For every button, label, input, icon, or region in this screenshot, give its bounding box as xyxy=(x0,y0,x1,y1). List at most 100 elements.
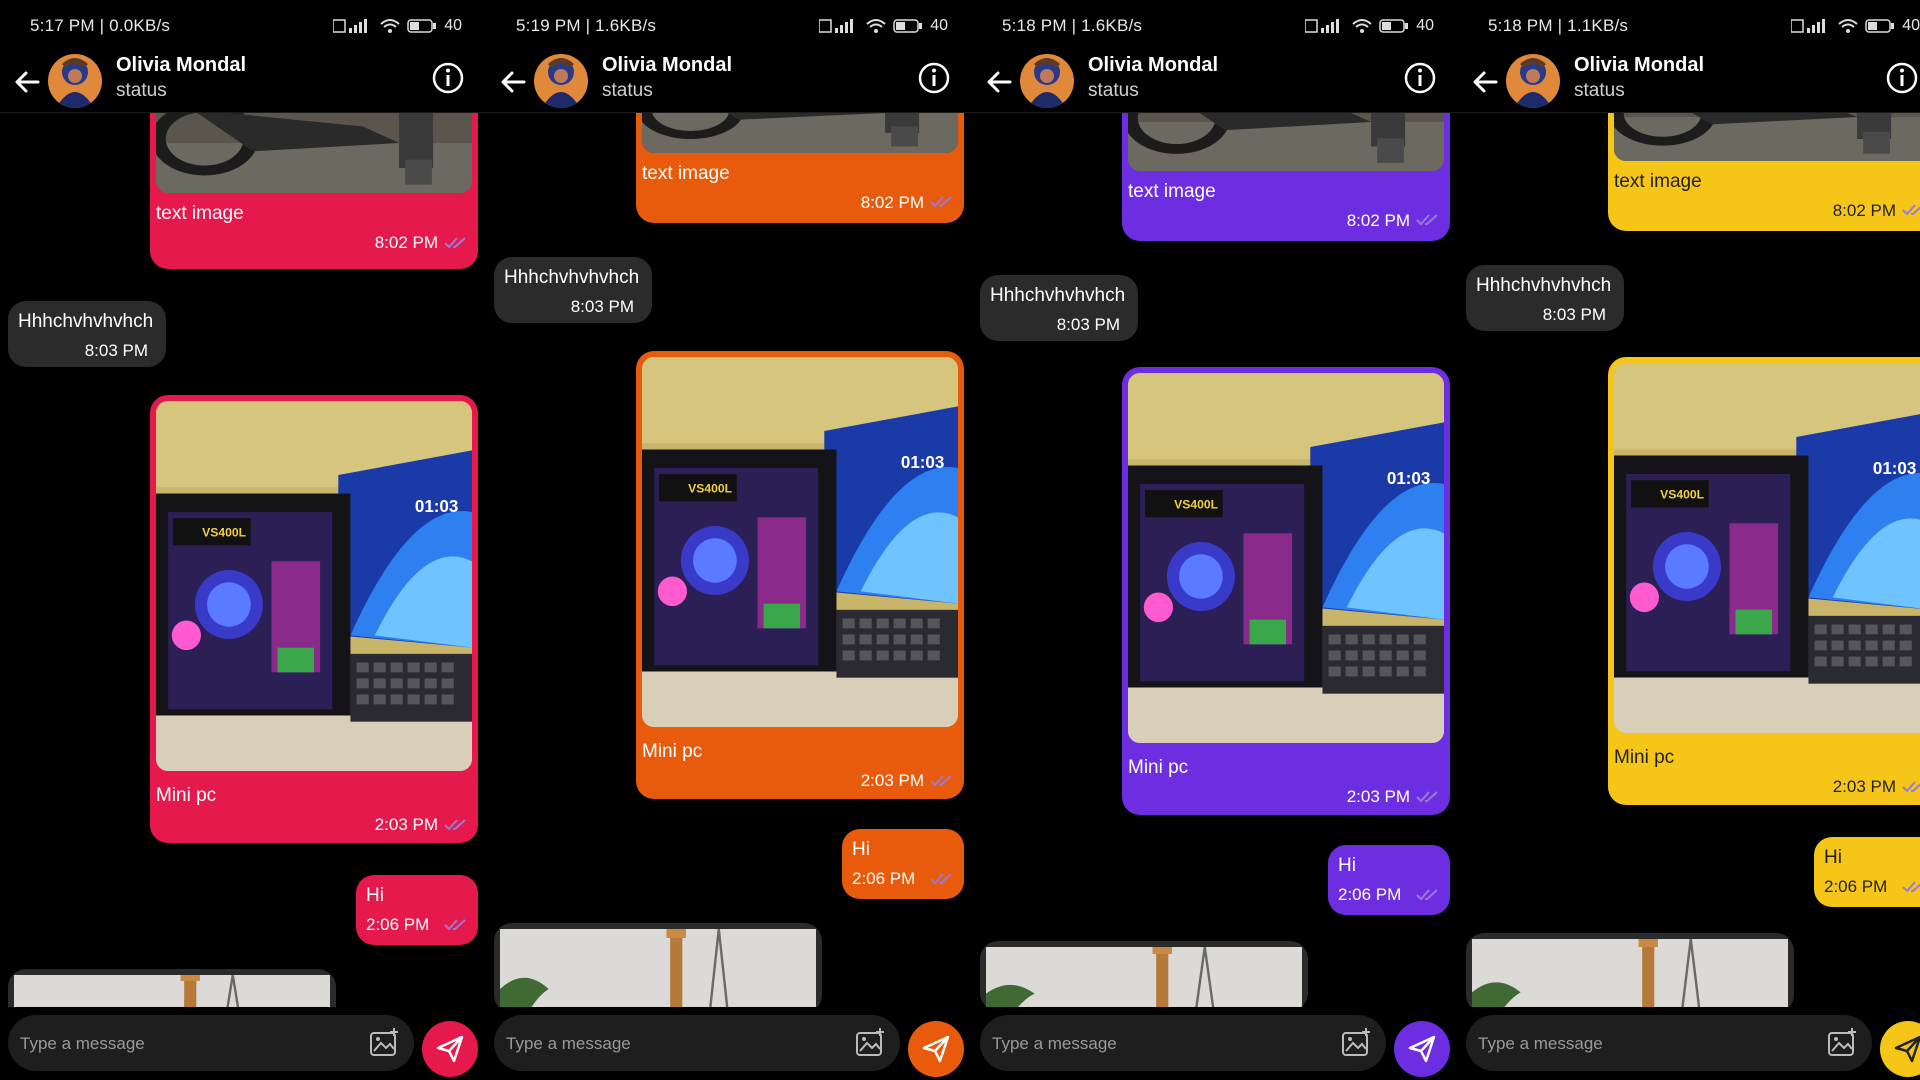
sent-image-bubble[interactable]: Mini pc 2:03 PM xyxy=(150,395,478,843)
image-attach-icon[interactable] xyxy=(1338,1025,1374,1061)
bike-photo[interactable] xyxy=(156,113,472,193)
received-image-bubble[interactable] xyxy=(8,969,336,1007)
received-bubble[interactable]: Hhhchvhvhvhch 8:03 PM xyxy=(1466,265,1624,331)
message-time: 8:02 PM xyxy=(374,233,438,252)
double-check-icon xyxy=(1416,791,1438,803)
battery-level: 40 xyxy=(1416,17,1434,34)
arrow-left-icon[interactable] xyxy=(494,62,534,102)
chat-screen-yellow: 5:18 PM | 1.1KB/s 40 Olivia Mondal statu… xyxy=(1458,0,1920,1080)
message-text: Hi xyxy=(1824,847,1842,868)
contact-name[interactable]: Olivia Mondal xyxy=(116,54,246,77)
send-icon xyxy=(922,1035,950,1063)
received-bubble[interactable]: Hhhchvhvhvhch 8:03 PM xyxy=(980,275,1138,341)
status-bar: 5:17 PM | 0.0KB/s 40 xyxy=(0,0,486,52)
chat-header: Olivia Mondal status xyxy=(1458,52,1920,112)
avatar[interactable] xyxy=(1020,54,1074,108)
double-check-icon xyxy=(444,919,466,931)
message-input[interactable] xyxy=(1476,1015,1810,1073)
received-image-bubble[interactable] xyxy=(494,923,822,1007)
send-button[interactable] xyxy=(422,1021,478,1077)
message-field[interactable] xyxy=(8,1015,414,1073)
composer xyxy=(972,1007,1458,1080)
sent-text-bubble[interactable]: Hi 2:06 PM xyxy=(842,829,964,899)
sent-image-bubble[interactable]: Mini pc 2:03 PM xyxy=(1608,357,1920,805)
avatar[interactable] xyxy=(534,54,588,108)
received-image-bubble[interactable] xyxy=(980,941,1308,1007)
message-list[interactable]: text image 8:02 PM Hhhchvhvhvhch 8:03 PM… xyxy=(486,113,972,1007)
message-time: 2:03 PM xyxy=(860,771,924,790)
arrow-left-icon[interactable] xyxy=(8,62,48,102)
send-button[interactable] xyxy=(908,1021,964,1077)
message-field[interactable] xyxy=(980,1015,1386,1073)
avatar[interactable] xyxy=(1506,54,1560,108)
double-check-icon xyxy=(930,873,952,885)
chat-screen-purple: 5:18 PM | 1.6KB/s 40 Olivia Mondal statu… xyxy=(972,0,1458,1080)
status-time: 5:17 PM | 0.0KB/s xyxy=(30,16,171,35)
message-time: 2:03 PM xyxy=(1832,777,1896,796)
message-input[interactable] xyxy=(990,1015,1324,1073)
image-attach-icon[interactable] xyxy=(366,1025,402,1061)
double-check-icon xyxy=(930,775,952,787)
status-bar: 5:19 PM | 1.6KB/s 40 xyxy=(486,0,972,52)
image-caption: Mini pc xyxy=(1614,747,1675,768)
sent-image-bubble[interactable]: text image 8:02 PM xyxy=(1608,113,1920,231)
sent-text-bubble[interactable]: Hi 2:06 PM xyxy=(1814,837,1920,907)
mini-pc-photo[interactable] xyxy=(156,401,472,771)
bike-photo[interactable] xyxy=(1614,113,1920,161)
message-input[interactable] xyxy=(18,1015,352,1073)
received-image-bubble[interactable] xyxy=(1466,933,1794,1007)
info-icon[interactable] xyxy=(1400,58,1440,98)
mini-pc-photo[interactable] xyxy=(1614,363,1920,733)
info-icon[interactable] xyxy=(1882,58,1920,98)
sent-image-bubble[interactable]: Mini pc 2:03 PM xyxy=(636,351,964,799)
message-field[interactable] xyxy=(494,1015,900,1073)
double-check-icon xyxy=(444,819,466,831)
message-list[interactable]: text image 8:02 PM Hhhchvhvhvhch 8:03 PM… xyxy=(0,113,486,1007)
message-time: 8:02 PM xyxy=(1832,201,1896,220)
composer xyxy=(0,1007,486,1080)
message-time: 8:03 PM xyxy=(84,341,148,360)
sent-image-bubble[interactable]: Mini pc 2:03 PM xyxy=(1122,367,1450,815)
status-bar: 5:18 PM | 1.6KB/s 40 xyxy=(972,0,1458,52)
sent-image-bubble[interactable]: text image 8:02 PM xyxy=(150,113,478,269)
mini-pc-photo[interactable] xyxy=(1128,373,1444,743)
wifi-icon xyxy=(380,19,400,33)
send-button[interactable] xyxy=(1394,1021,1450,1077)
info-icon[interactable] xyxy=(914,58,954,98)
sent-image-bubble[interactable]: text image 8:02 PM xyxy=(636,113,964,223)
sent-text-bubble[interactable]: Hi 2:06 PM xyxy=(356,875,478,945)
status-bar: 5:18 PM | 1.1KB/s 40 xyxy=(1458,0,1920,52)
image-attach-icon[interactable] xyxy=(1824,1025,1860,1061)
bike-photo[interactable] xyxy=(1128,113,1444,171)
image-caption: text image xyxy=(1128,181,1216,202)
double-check-icon xyxy=(1902,204,1920,216)
received-bubble[interactable]: Hhhchvhvhvhch 8:03 PM xyxy=(8,301,166,367)
send-button[interactable] xyxy=(1880,1021,1920,1077)
sent-text-bubble[interactable]: Hi 2:06 PM xyxy=(1328,845,1450,915)
double-check-icon xyxy=(1902,781,1920,793)
chat-screen-red: 5:17 PM | 0.0KB/s 40 Olivia Mondal statu… xyxy=(0,0,486,1080)
message-list[interactable]: text image 8:02 PM Hhhchvhvhvhch 8:03 PM… xyxy=(1458,113,1920,1007)
message-field[interactable] xyxy=(1466,1015,1872,1073)
avatar[interactable] xyxy=(48,54,102,108)
received-bubble[interactable]: Hhhchvhvhvhch 8:03 PM xyxy=(494,257,652,323)
double-check-icon xyxy=(1902,881,1920,893)
chat-screen-orange: 5:19 PM | 1.6KB/s 40 Olivia Mondal statu… xyxy=(486,0,972,1080)
mini-pc-photo[interactable] xyxy=(642,357,958,727)
send-icon xyxy=(1408,1035,1436,1063)
message-list[interactable]: text image 8:02 PM Hhhchvhvhvhch 8:03 PM… xyxy=(972,113,1458,1007)
signal-icon xyxy=(1305,19,1340,33)
bike-photo[interactable] xyxy=(642,113,958,153)
received-text: Hhhchvhvhvhch xyxy=(990,285,1126,306)
image-caption: text image xyxy=(1614,171,1702,192)
contact-status: status xyxy=(602,80,653,101)
sent-image-bubble[interactable]: text image 8:02 PM xyxy=(1122,113,1450,241)
image-attach-icon[interactable] xyxy=(852,1025,888,1061)
contact-name[interactable]: Olivia Mondal xyxy=(1088,54,1218,77)
info-icon[interactable] xyxy=(428,58,468,98)
arrow-left-icon[interactable] xyxy=(980,62,1020,102)
arrow-left-icon[interactable] xyxy=(1466,62,1506,102)
contact-name[interactable]: Olivia Mondal xyxy=(1574,54,1704,77)
contact-name[interactable]: Olivia Mondal xyxy=(602,54,732,77)
message-input[interactable] xyxy=(504,1015,838,1073)
